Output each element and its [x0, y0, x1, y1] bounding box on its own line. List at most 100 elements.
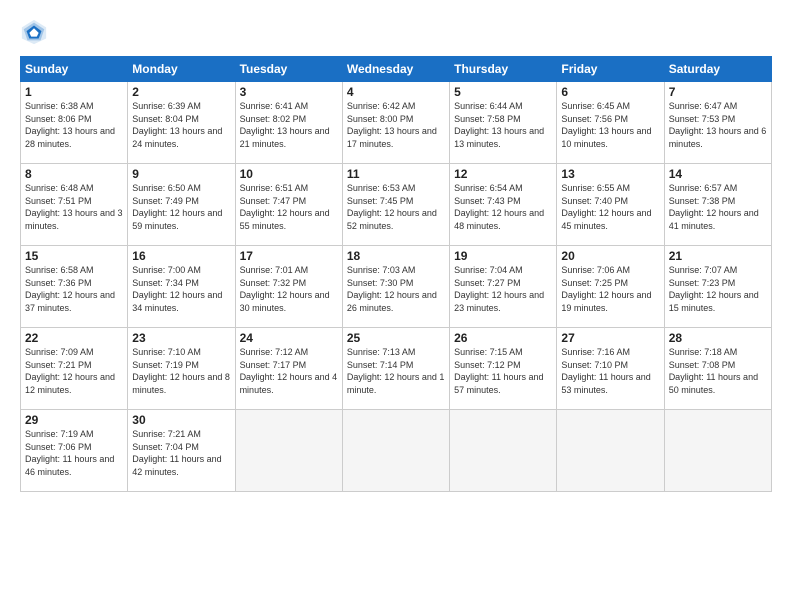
- day-number: 23: [132, 331, 230, 345]
- day-info: Sunrise: 7:18 AMSunset: 7:08 PMDaylight:…: [669, 346, 767, 396]
- day-number: 1: [25, 85, 123, 99]
- day-info: Sunrise: 7:10 AMSunset: 7:19 PMDaylight:…: [132, 346, 230, 396]
- day-info: Sunrise: 6:54 AMSunset: 7:43 PMDaylight:…: [454, 182, 552, 232]
- day-number: 7: [669, 85, 767, 99]
- page: Sunday Monday Tuesday Wednesday Thursday…: [0, 0, 792, 612]
- calendar-cell: 19 Sunrise: 7:04 AMSunset: 7:27 PMDaylig…: [450, 246, 557, 328]
- calendar-cell: 10 Sunrise: 6:51 AMSunset: 7:47 PMDaylig…: [235, 164, 342, 246]
- day-info: Sunrise: 7:06 AMSunset: 7:25 PMDaylight:…: [561, 264, 659, 314]
- day-number: 11: [347, 167, 445, 181]
- header-row: Sunday Monday Tuesday Wednesday Thursday…: [21, 57, 772, 82]
- calendar-cell: 7 Sunrise: 6:47 AMSunset: 7:53 PMDayligh…: [664, 82, 771, 164]
- calendar-cell: 18 Sunrise: 7:03 AMSunset: 7:30 PMDaylig…: [342, 246, 449, 328]
- calendar-cell: 29 Sunrise: 7:19 AMSunset: 7:06 PMDaylig…: [21, 410, 128, 492]
- calendar-cell: 23 Sunrise: 7:10 AMSunset: 7:19 PMDaylig…: [128, 328, 235, 410]
- col-saturday: Saturday: [664, 57, 771, 82]
- day-number: 5: [454, 85, 552, 99]
- day-info: Sunrise: 6:41 AMSunset: 8:02 PMDaylight:…: [240, 100, 338, 150]
- col-friday: Friday: [557, 57, 664, 82]
- calendar-cell: 3 Sunrise: 6:41 AMSunset: 8:02 PMDayligh…: [235, 82, 342, 164]
- day-number: 28: [669, 331, 767, 345]
- day-number: 26: [454, 331, 552, 345]
- day-number: 15: [25, 249, 123, 263]
- header: [20, 18, 772, 46]
- calendar-cell: 9 Sunrise: 6:50 AMSunset: 7:49 PMDayligh…: [128, 164, 235, 246]
- calendar-cell: 27 Sunrise: 7:16 AMSunset: 7:10 PMDaylig…: [557, 328, 664, 410]
- calendar-cell: 13 Sunrise: 6:55 AMSunset: 7:40 PMDaylig…: [557, 164, 664, 246]
- day-info: Sunrise: 7:21 AMSunset: 7:04 PMDaylight:…: [132, 428, 230, 478]
- day-number: 20: [561, 249, 659, 263]
- calendar-cell: [450, 410, 557, 492]
- calendar-cell: 6 Sunrise: 6:45 AMSunset: 7:56 PMDayligh…: [557, 82, 664, 164]
- day-info: Sunrise: 6:57 AMSunset: 7:38 PMDaylight:…: [669, 182, 767, 232]
- day-number: 29: [25, 413, 123, 427]
- day-info: Sunrise: 6:58 AMSunset: 7:36 PMDaylight:…: [25, 264, 123, 314]
- day-info: Sunrise: 6:55 AMSunset: 7:40 PMDaylight:…: [561, 182, 659, 232]
- calendar-cell: 12 Sunrise: 6:54 AMSunset: 7:43 PMDaylig…: [450, 164, 557, 246]
- day-info: Sunrise: 7:15 AMSunset: 7:12 PMDaylight:…: [454, 346, 552, 396]
- calendar-week-3: 15 Sunrise: 6:58 AMSunset: 7:36 PMDaylig…: [21, 246, 772, 328]
- col-tuesday: Tuesday: [235, 57, 342, 82]
- day-number: 27: [561, 331, 659, 345]
- logo: [20, 18, 52, 46]
- day-number: 3: [240, 85, 338, 99]
- calendar-cell: [342, 410, 449, 492]
- day-info: Sunrise: 6:53 AMSunset: 7:45 PMDaylight:…: [347, 182, 445, 232]
- col-wednesday: Wednesday: [342, 57, 449, 82]
- day-info: Sunrise: 7:01 AMSunset: 7:32 PMDaylight:…: [240, 264, 338, 314]
- calendar-cell: 17 Sunrise: 7:01 AMSunset: 7:32 PMDaylig…: [235, 246, 342, 328]
- day-info: Sunrise: 7:19 AMSunset: 7:06 PMDaylight:…: [25, 428, 123, 478]
- day-number: 18: [347, 249, 445, 263]
- day-number: 2: [132, 85, 230, 99]
- calendar-cell: 25 Sunrise: 7:13 AMSunset: 7:14 PMDaylig…: [342, 328, 449, 410]
- day-number: 14: [669, 167, 767, 181]
- calendar-cell: 1 Sunrise: 6:38 AMSunset: 8:06 PMDayligh…: [21, 82, 128, 164]
- day-info: Sunrise: 6:48 AMSunset: 7:51 PMDaylight:…: [25, 182, 123, 232]
- day-number: 24: [240, 331, 338, 345]
- day-number: 22: [25, 331, 123, 345]
- day-info: Sunrise: 7:07 AMSunset: 7:23 PMDaylight:…: [669, 264, 767, 314]
- day-info: Sunrise: 7:12 AMSunset: 7:17 PMDaylight:…: [240, 346, 338, 396]
- day-number: 12: [454, 167, 552, 181]
- day-number: 30: [132, 413, 230, 427]
- day-number: 17: [240, 249, 338, 263]
- day-number: 4: [347, 85, 445, 99]
- day-number: 6: [561, 85, 659, 99]
- day-info: Sunrise: 6:50 AMSunset: 7:49 PMDaylight:…: [132, 182, 230, 232]
- calendar-cell: 30 Sunrise: 7:21 AMSunset: 7:04 PMDaylig…: [128, 410, 235, 492]
- calendar-cell: 16 Sunrise: 7:00 AMSunset: 7:34 PMDaylig…: [128, 246, 235, 328]
- day-number: 16: [132, 249, 230, 263]
- calendar-week-4: 22 Sunrise: 7:09 AMSunset: 7:21 PMDaylig…: [21, 328, 772, 410]
- col-thursday: Thursday: [450, 57, 557, 82]
- calendar-table: Sunday Monday Tuesday Wednesday Thursday…: [20, 56, 772, 492]
- col-sunday: Sunday: [21, 57, 128, 82]
- calendar-week-5: 29 Sunrise: 7:19 AMSunset: 7:06 PMDaylig…: [21, 410, 772, 492]
- day-number: 13: [561, 167, 659, 181]
- day-info: Sunrise: 7:13 AMSunset: 7:14 PMDaylight:…: [347, 346, 445, 396]
- day-info: Sunrise: 6:42 AMSunset: 8:00 PMDaylight:…: [347, 100, 445, 150]
- day-number: 19: [454, 249, 552, 263]
- calendar-week-2: 8 Sunrise: 6:48 AMSunset: 7:51 PMDayligh…: [21, 164, 772, 246]
- day-info: Sunrise: 6:38 AMSunset: 8:06 PMDaylight:…: [25, 100, 123, 150]
- calendar-cell: 15 Sunrise: 6:58 AMSunset: 7:36 PMDaylig…: [21, 246, 128, 328]
- calendar-week-1: 1 Sunrise: 6:38 AMSunset: 8:06 PMDayligh…: [21, 82, 772, 164]
- calendar-cell: 22 Sunrise: 7:09 AMSunset: 7:21 PMDaylig…: [21, 328, 128, 410]
- day-number: 9: [132, 167, 230, 181]
- calendar-cell: [235, 410, 342, 492]
- day-info: Sunrise: 6:45 AMSunset: 7:56 PMDaylight:…: [561, 100, 659, 150]
- calendar-cell: 8 Sunrise: 6:48 AMSunset: 7:51 PMDayligh…: [21, 164, 128, 246]
- day-info: Sunrise: 7:09 AMSunset: 7:21 PMDaylight:…: [25, 346, 123, 396]
- day-info: Sunrise: 7:16 AMSunset: 7:10 PMDaylight:…: [561, 346, 659, 396]
- day-info: Sunrise: 6:44 AMSunset: 7:58 PMDaylight:…: [454, 100, 552, 150]
- day-info: Sunrise: 6:47 AMSunset: 7:53 PMDaylight:…: [669, 100, 767, 150]
- day-info: Sunrise: 6:51 AMSunset: 7:47 PMDaylight:…: [240, 182, 338, 232]
- day-number: 8: [25, 167, 123, 181]
- calendar-cell: 26 Sunrise: 7:15 AMSunset: 7:12 PMDaylig…: [450, 328, 557, 410]
- day-info: Sunrise: 7:00 AMSunset: 7:34 PMDaylight:…: [132, 264, 230, 314]
- calendar-cell: 2 Sunrise: 6:39 AMSunset: 8:04 PMDayligh…: [128, 82, 235, 164]
- col-monday: Monday: [128, 57, 235, 82]
- calendar-cell: 24 Sunrise: 7:12 AMSunset: 7:17 PMDaylig…: [235, 328, 342, 410]
- calendar-cell: 4 Sunrise: 6:42 AMSunset: 8:00 PMDayligh…: [342, 82, 449, 164]
- day-info: Sunrise: 7:03 AMSunset: 7:30 PMDaylight:…: [347, 264, 445, 314]
- calendar-cell: 28 Sunrise: 7:18 AMSunset: 7:08 PMDaylig…: [664, 328, 771, 410]
